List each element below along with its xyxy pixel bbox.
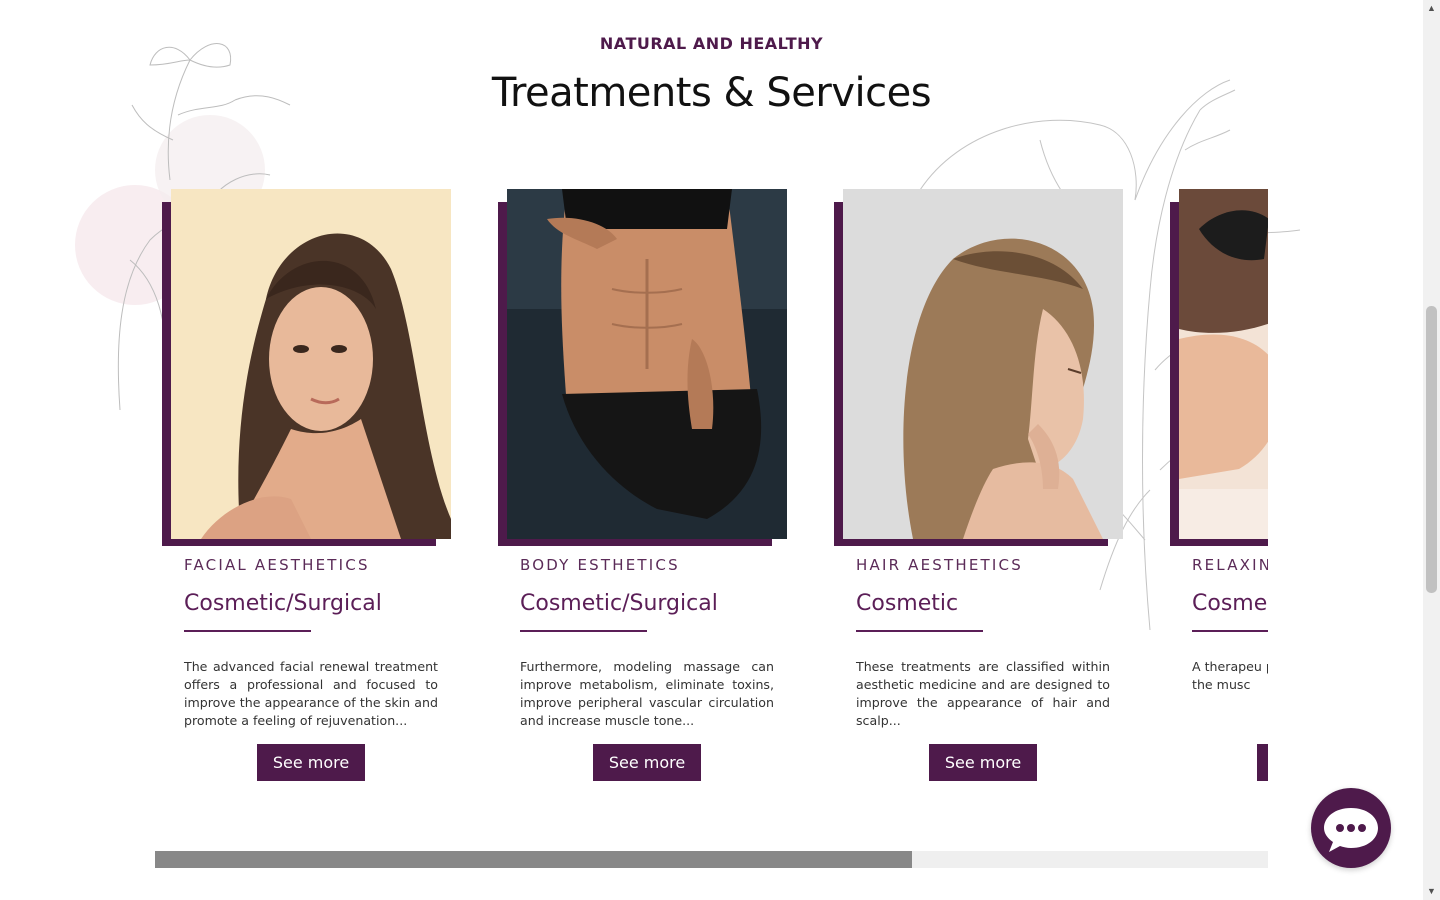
card-description: The advanced facial renewal treatment of…	[184, 659, 438, 728]
woman-profile-image	[843, 189, 1123, 539]
card-image-hair[interactable]	[843, 189, 1123, 539]
service-card-facial: FACIAL AESTHETICS Cosmetic/Surgical The …	[155, 180, 451, 790]
card-description: A therapeu promote rel applying ge to th…	[1192, 659, 1268, 692]
massage-image	[1179, 189, 1268, 539]
page-scrollbar[interactable]: ▲ ▼	[1423, 0, 1440, 900]
card-category: HAIR AESTHETICS	[856, 556, 1023, 574]
abdomen-image	[507, 189, 787, 539]
card-image-facial[interactable]	[171, 189, 451, 539]
card-subtitle: Cosmetic/Surgical	[520, 591, 718, 616]
card-subtitle: Cosmetic	[856, 591, 959, 616]
scroll-down-arrow-icon[interactable]: ▼	[1423, 883, 1440, 900]
card-category: RELAXIN	[1192, 556, 1268, 574]
woman-portrait-image	[171, 189, 451, 539]
card-description: Furthermore, modeling massage can improv…	[520, 659, 774, 728]
subtitle-underline	[184, 630, 311, 632]
card-image-body[interactable]	[507, 189, 787, 539]
see-more-button[interactable]: See more	[929, 744, 1037, 781]
chat-bubble-icon	[1324, 808, 1378, 852]
see-more-button[interactable]	[1257, 744, 1268, 781]
card-subtitle: Cosmetic/Surgical	[184, 591, 382, 616]
section-kicker: NATURAL AND HEALTHY	[599, 34, 824, 53]
card-image-relaxing[interactable]	[1179, 189, 1268, 539]
see-more-button[interactable]: See more	[593, 744, 701, 781]
service-card-hair: HAIR AESTHETICS Cosmetic These treatment…	[827, 180, 1123, 790]
card-category: BODY ESTHETICS	[520, 556, 680, 574]
card-subtitle: Cosme	[1192, 591, 1268, 616]
carousel-progress-fill[interactable]	[155, 851, 912, 868]
card-category: FACIAL AESTHETICS	[184, 556, 370, 574]
subtitle-underline	[520, 630, 647, 632]
service-card-body: BODY ESTHETICS Cosmetic/Surgical Further…	[491, 180, 787, 790]
chat-button[interactable]	[1311, 788, 1391, 868]
card-description: These treatments are classified within a…	[856, 659, 1110, 728]
see-more-button[interactable]: See more	[257, 744, 365, 781]
carousel-progress-track[interactable]	[155, 851, 1268, 868]
subtitle-underline	[1192, 630, 1268, 632]
scroll-up-arrow-icon[interactable]: ▲	[1423, 0, 1440, 17]
subtitle-underline	[856, 630, 983, 632]
service-card-relaxing: RELAXIN Cosme A therapeu promote rel app…	[1163, 180, 1268, 790]
section-title: Treatments & Services	[491, 70, 932, 116]
services-carousel[interactable]: FACIAL AESTHETICS Cosmetic/Surgical The …	[155, 180, 1268, 800]
scrollbar-thumb[interactable]	[1426, 306, 1437, 593]
